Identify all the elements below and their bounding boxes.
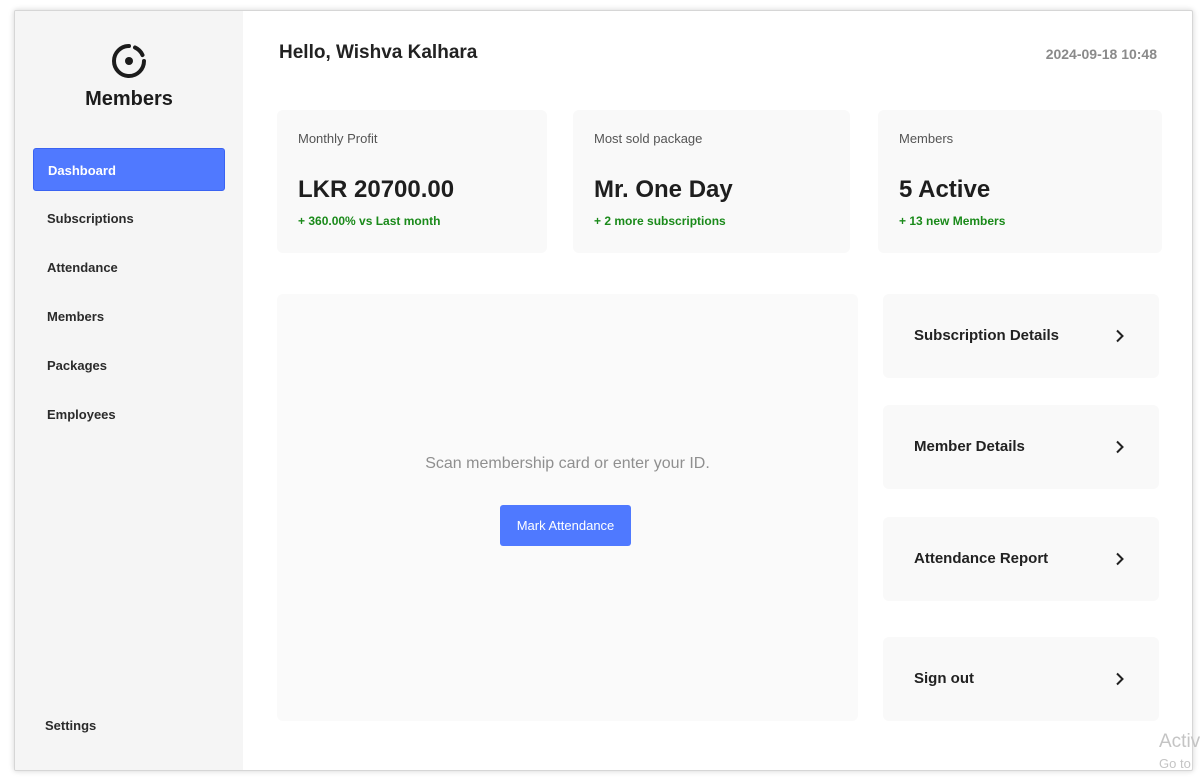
action-label: Member Details xyxy=(914,438,1025,455)
activation-watermark-sub: Go to xyxy=(1159,756,1191,771)
mark-attendance-button[interactable]: Mark Attendance xyxy=(500,505,631,546)
sidebar-item-settings[interactable]: Settings xyxy=(45,718,96,733)
sign-out-button[interactable]: Sign out xyxy=(883,637,1159,721)
stat-label: Monthly Profit xyxy=(298,131,378,146)
stat-change: + 360.00% vs Last month xyxy=(298,214,441,228)
stat-value: 5 Active xyxy=(899,176,991,203)
stat-change: + 2 more subscriptions xyxy=(594,214,726,228)
action-label: Subscription Details xyxy=(914,327,1060,344)
sidebar-item-attendance[interactable]: Attendance xyxy=(33,246,225,289)
stat-label: Members xyxy=(899,131,954,146)
stat-change: + 13 new Members xyxy=(899,214,1006,228)
stat-value: Mr. One Day xyxy=(594,176,733,203)
sidebar-item-members[interactable]: Members xyxy=(33,295,225,338)
activation-watermark: Activ xyxy=(1159,731,1201,752)
stat-label: Most sold package xyxy=(594,131,703,146)
action-label: Sign out xyxy=(914,670,974,687)
chevron-right-icon xyxy=(1116,440,1124,454)
sidebar-item-subscriptions[interactable]: Subscriptions xyxy=(33,197,225,240)
attendance-report-button[interactable]: Attendance Report xyxy=(883,517,1159,601)
sidebar: Members Dashboard Subscriptions Attendan… xyxy=(15,11,243,770)
stat-card-monthly-profit: Monthly Profit LKR 20700.00 + 360.00% vs… xyxy=(277,110,547,253)
stat-value: LKR 20700.00 xyxy=(298,176,455,203)
scan-prompt: Scan membership card or enter your ID. xyxy=(425,455,710,472)
brand-title: Members xyxy=(85,88,173,110)
chevron-right-icon xyxy=(1116,329,1124,343)
stat-card-most-sold-package: Most sold package Mr. One Day + 2 more s… xyxy=(573,110,850,253)
stat-card-members: Members 5 Active + 13 new Members xyxy=(878,110,1162,253)
datetime: 2024-09-18 10:48 xyxy=(1045,46,1157,62)
sidebar-item-packages[interactable]: Packages xyxy=(33,344,225,387)
scan-panel[interactable]: Scan membership card or enter your ID. M… xyxy=(277,294,858,721)
subscription-details-button[interactable]: Subscription Details xyxy=(883,294,1159,378)
greeting: Hello, Wishva Kalhara xyxy=(279,42,478,63)
logo-icon xyxy=(112,44,146,78)
app-window: Members Dashboard Subscriptions Attendan… xyxy=(14,10,1193,771)
chevron-right-icon xyxy=(1116,552,1124,566)
sidebar-item-employees[interactable]: Employees xyxy=(33,393,225,436)
member-details-button[interactable]: Member Details xyxy=(883,405,1159,489)
action-label: Attendance Report xyxy=(914,550,1049,567)
chevron-right-icon xyxy=(1116,672,1124,686)
sidebar-item-dashboard[interactable]: Dashboard xyxy=(33,148,225,191)
